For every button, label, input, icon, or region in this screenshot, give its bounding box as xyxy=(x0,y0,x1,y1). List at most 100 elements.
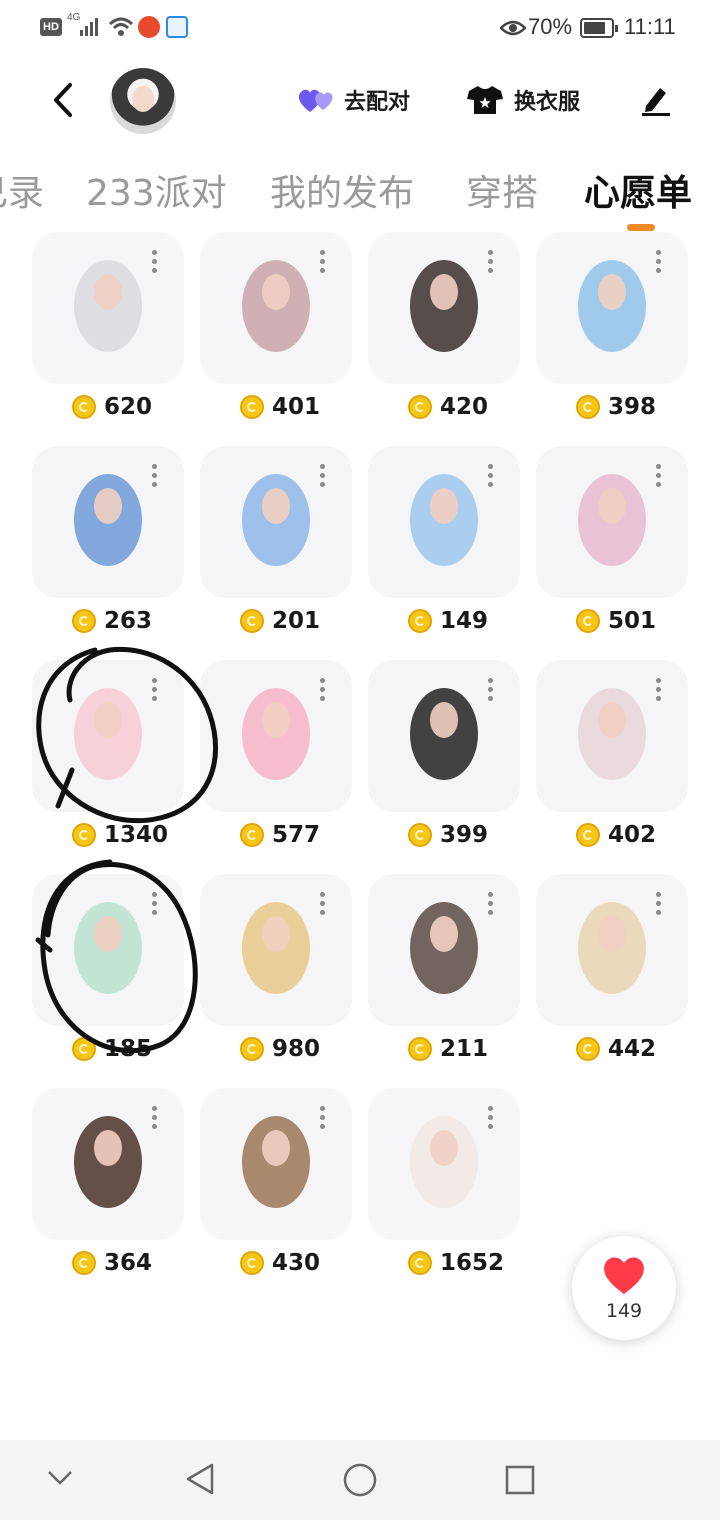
recents-square-icon[interactable] xyxy=(504,1464,536,1496)
item-price: 263 xyxy=(72,605,152,637)
beret-brown-hair-icon xyxy=(226,246,326,370)
avatar[interactable] xyxy=(110,68,176,134)
coin-icon xyxy=(576,609,600,633)
pink-skirt-stockings-icon xyxy=(562,460,662,584)
tab-my-posts[interactable]: 我的发布 xyxy=(270,164,414,216)
more-options-icon[interactable] xyxy=(656,678,662,705)
wishlist-item-card[interactable] xyxy=(32,232,184,384)
more-options-icon[interactable] xyxy=(152,464,158,491)
white-twin-tail-hair-icon xyxy=(58,246,158,370)
item-price-value: 201 xyxy=(272,608,321,634)
status-bar: HD 4G 70% 11:11 xyxy=(0,0,720,56)
more-options-icon[interactable] xyxy=(152,250,158,277)
more-options-icon[interactable] xyxy=(488,892,494,919)
more-options-icon[interactable] xyxy=(488,464,494,491)
more-options-icon[interactable] xyxy=(320,1106,326,1133)
tab-records[interactable]: 己录 xyxy=(0,164,44,216)
item-price-value: 1652 xyxy=(440,1250,505,1276)
likes-button[interactable]: 149 xyxy=(572,1236,676,1340)
item-price: 1340 xyxy=(72,819,168,851)
coin-icon xyxy=(576,1037,600,1061)
more-options-icon[interactable] xyxy=(488,678,494,705)
item-price-value: 577 xyxy=(272,822,321,848)
wishlist-item-card[interactable] xyxy=(368,232,520,384)
hd-icon: HD xyxy=(40,18,62,36)
tab-wishlist[interactable]: 心愿单 xyxy=(584,164,692,216)
edit-icon[interactable] xyxy=(638,82,674,118)
blue-glove-icon xyxy=(226,460,326,584)
wishlist-item-card[interactable] xyxy=(200,1088,352,1240)
coin-icon xyxy=(240,823,264,847)
eye-comfort-icon xyxy=(500,20,526,36)
coin-icon xyxy=(72,609,96,633)
more-options-icon[interactable] xyxy=(320,678,326,705)
chevron-down-icon[interactable] xyxy=(46,1468,74,1488)
item-price: 399 xyxy=(408,819,488,851)
coin-icon xyxy=(576,823,600,847)
wishlist-item-card[interactable] xyxy=(368,874,520,1026)
coin-icon xyxy=(72,1251,96,1275)
item-price: 420 xyxy=(408,391,488,423)
home-circle-icon[interactable] xyxy=(342,1462,378,1498)
wishlist-item-card[interactable] xyxy=(368,660,520,812)
more-options-icon[interactable] xyxy=(152,1106,158,1133)
item-price-value: 1340 xyxy=(104,822,169,848)
back-icon[interactable] xyxy=(48,82,78,118)
more-options-icon[interactable] xyxy=(320,892,326,919)
match-label: 去配对 xyxy=(344,90,411,115)
lace-platform-shoes-icon xyxy=(562,674,662,798)
blonde-hair-icon xyxy=(562,888,662,1012)
item-price-value: 501 xyxy=(608,608,657,634)
wishlist-item-card[interactable] xyxy=(200,874,352,1026)
change-clothes-button[interactable]: 换衣服 xyxy=(466,80,580,120)
wishlist-item-card[interactable] xyxy=(536,446,688,598)
more-options-icon[interactable] xyxy=(320,250,326,277)
blue-heels-icon xyxy=(58,460,158,584)
wishlist-item-card[interactable] xyxy=(536,232,688,384)
brown-bun-hair-icon xyxy=(58,1102,158,1226)
app-notification-icon xyxy=(166,16,188,38)
wishlist-item-card[interactable] xyxy=(200,660,352,812)
item-price-value: 211 xyxy=(440,1036,489,1062)
wishlist-item-card[interactable] xyxy=(32,874,184,1026)
more-options-icon[interactable] xyxy=(320,464,326,491)
back-triangle-icon[interactable] xyxy=(184,1462,216,1496)
wishlist-item-card[interactable] xyxy=(200,446,352,598)
more-options-icon[interactable] xyxy=(488,250,494,277)
item-price: 149 xyxy=(408,605,488,637)
coin-icon xyxy=(72,823,96,847)
taobao-app-icon xyxy=(138,16,160,38)
item-price-value: 398 xyxy=(608,394,657,420)
golden-gown-icon xyxy=(226,888,326,1012)
heart-icon xyxy=(604,1257,644,1294)
wishlist-item-card[interactable] xyxy=(536,874,688,1026)
more-options-icon[interactable] xyxy=(656,250,662,277)
item-price-value: 980 xyxy=(272,1036,321,1062)
more-options-icon[interactable] xyxy=(656,464,662,491)
coin-icon xyxy=(72,1037,96,1061)
wishlist-item-card[interactable] xyxy=(32,446,184,598)
tab-outfits[interactable]: 穿搭 xyxy=(466,164,538,216)
more-options-icon[interactable] xyxy=(656,892,662,919)
wishlist-item-card[interactable] xyxy=(536,660,688,812)
more-options-icon[interactable] xyxy=(488,1106,494,1133)
more-options-icon[interactable] xyxy=(152,892,158,919)
wishlist-item-card[interactable] xyxy=(200,232,352,384)
item-price-value: 263 xyxy=(104,608,153,634)
white-lace-dress-icon xyxy=(394,1102,494,1226)
coin-icon xyxy=(240,395,264,419)
item-price-value: 420 xyxy=(440,394,489,420)
wishlist-item-card[interactable] xyxy=(368,1088,520,1240)
pink-leg-warmers-icon xyxy=(226,674,326,798)
tab-233-party[interactable]: 233派对 xyxy=(86,164,227,216)
tshirt-icon xyxy=(467,86,503,114)
wishlist-item-card[interactable] xyxy=(32,660,184,812)
match-button[interactable]: 去配对 xyxy=(296,80,410,120)
item-price: 402 xyxy=(576,819,656,851)
item-price-value: 399 xyxy=(440,822,489,848)
more-options-icon[interactable] xyxy=(152,678,158,705)
wishlist-item-card[interactable] xyxy=(368,446,520,598)
wishlist-item-card[interactable] xyxy=(32,1088,184,1240)
item-price: 980 xyxy=(240,1033,320,1065)
item-price: 430 xyxy=(240,1247,320,1279)
